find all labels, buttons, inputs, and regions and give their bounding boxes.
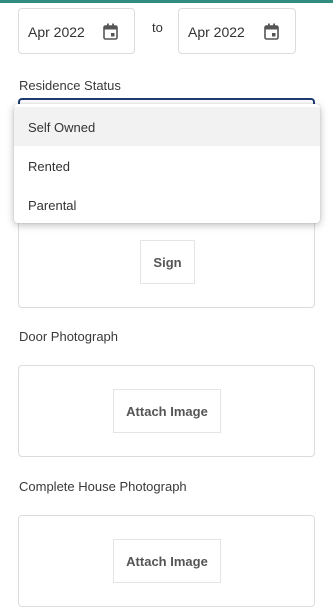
from-date-field[interactable]: Apr 2022 bbox=[18, 8, 135, 54]
dropdown-option-self-owned[interactable]: Self Owned bbox=[14, 107, 320, 146]
door-photo-card: Attach Image bbox=[18, 365, 315, 457]
door-attach-image-button[interactable]: Attach Image bbox=[113, 389, 221, 433]
option-label: Parental bbox=[28, 198, 77, 213]
date-range-separator: to bbox=[152, 20, 163, 35]
house-photo-card: Attach Image bbox=[18, 515, 315, 607]
house-attach-image-button[interactable]: Attach Image bbox=[113, 539, 221, 583]
calendar-icon[interactable] bbox=[103, 23, 118, 40]
calendar-icon[interactable] bbox=[264, 23, 279, 40]
door-photograph-label: Door Photograph bbox=[19, 329, 119, 344]
house-photograph-label: Complete House Photograph bbox=[19, 479, 187, 494]
to-date-value: Apr 2022 bbox=[188, 24, 245, 40]
residence-status-label: Residence Status bbox=[19, 78, 121, 93]
residence-status-dropdown: Self Owned Rented Parental bbox=[14, 104, 320, 223]
sign-button[interactable]: Sign bbox=[140, 240, 195, 284]
option-label: Self Owned bbox=[28, 120, 96, 135]
top-accent-bar bbox=[0, 0, 333, 3]
to-date-field[interactable]: Apr 2022 bbox=[178, 8, 296, 54]
dropdown-option-rented[interactable]: Rented bbox=[14, 146, 320, 185]
option-label: Rented bbox=[28, 159, 70, 174]
signature-card: Sign bbox=[18, 212, 315, 308]
from-date-value: Apr 2022 bbox=[28, 24, 85, 40]
dropdown-option-parental[interactable]: Parental bbox=[14, 185, 320, 223]
